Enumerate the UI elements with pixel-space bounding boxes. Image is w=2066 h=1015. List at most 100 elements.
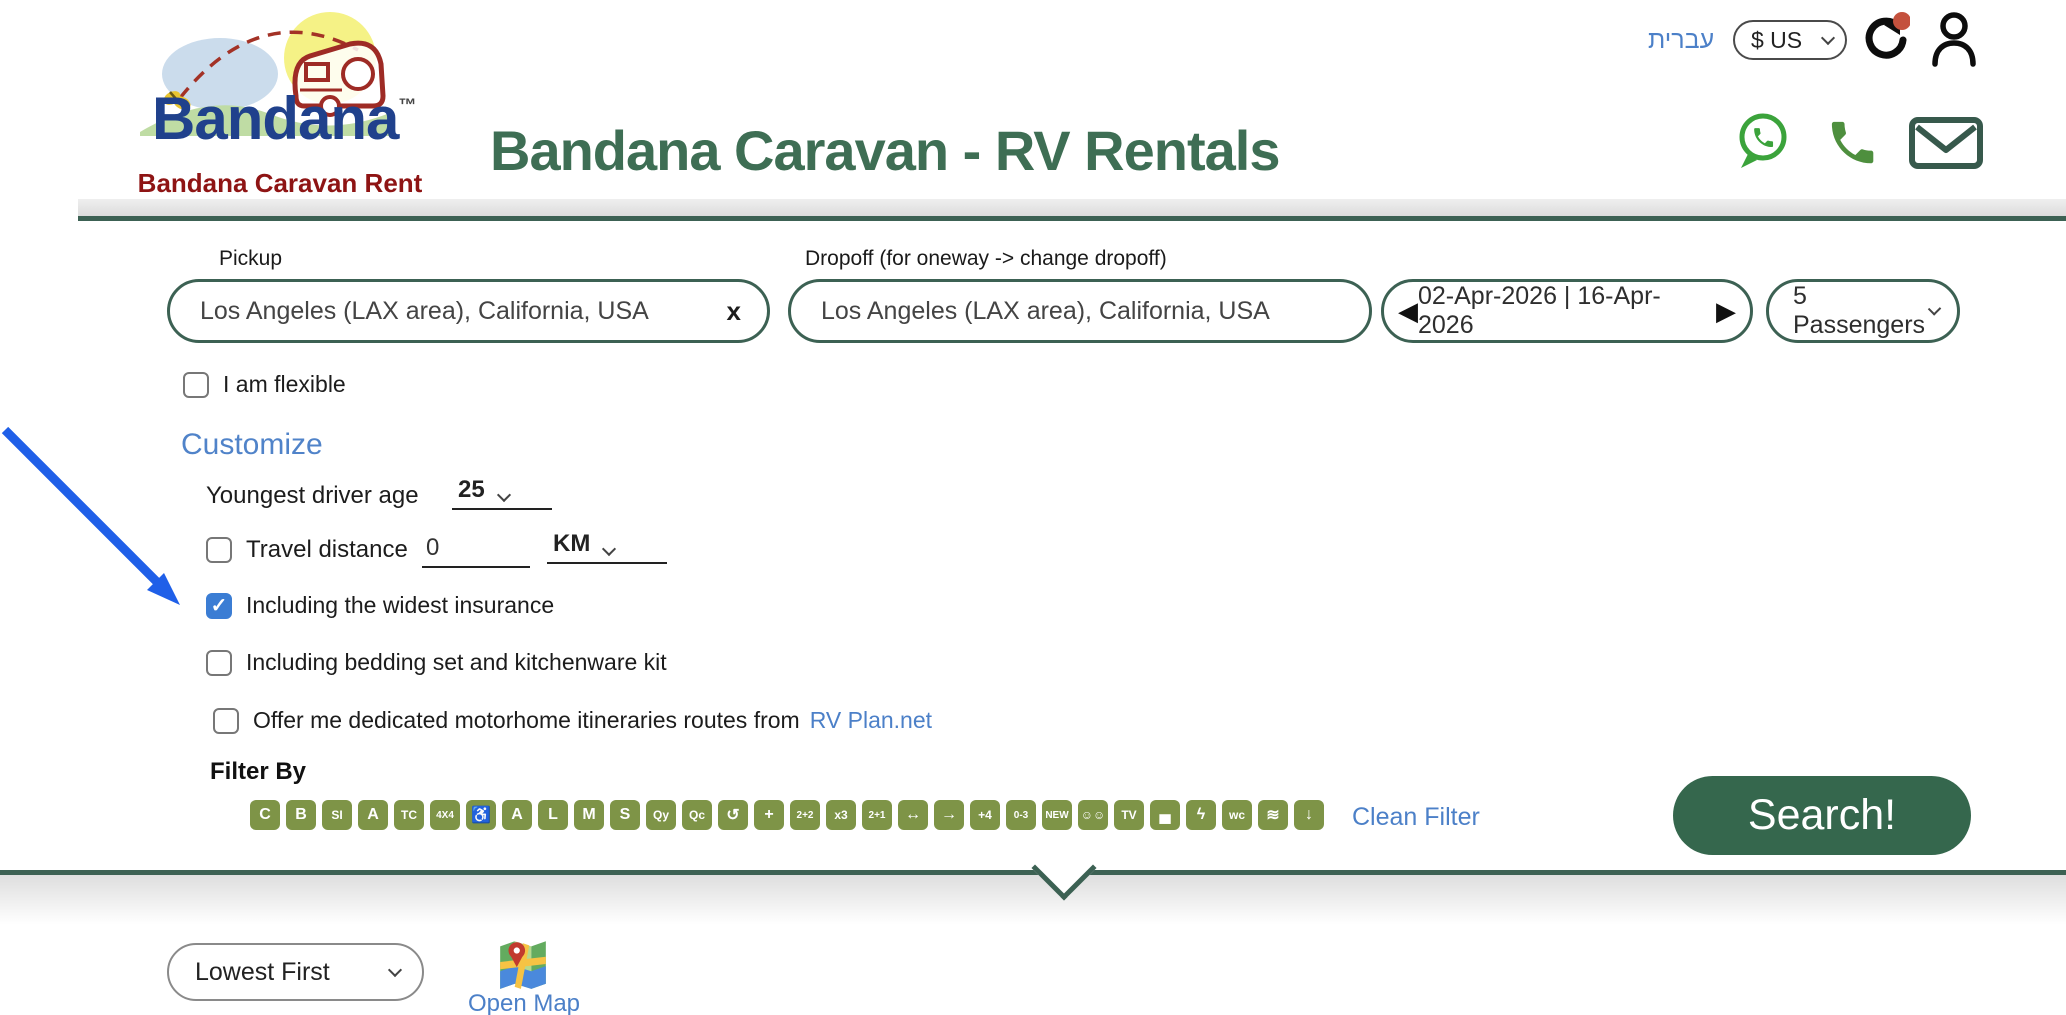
date-range-value: 02-Apr-2026 | 16-Apr-2026 (1418, 282, 1716, 340)
open-map-label[interactable]: Open Map (461, 990, 587, 1015)
filter-family-plus-icon[interactable]: 2+1 (862, 800, 892, 830)
filter-age-0-3-icon[interactable]: 0-3 (1006, 800, 1036, 830)
phone-button[interactable] (1822, 112, 1878, 173)
filter-automatic-icon[interactable]: A (502, 800, 532, 830)
filter-tv-icon[interactable]: TV (1114, 800, 1144, 830)
logo[interactable]: Bandana™ Bandana Caravan Rent (130, 6, 430, 196)
youngest-driver-label: Youngest driver age (206, 482, 419, 510)
filter-class-c-icon[interactable]: C (250, 800, 280, 830)
pickup-value: Los Angeles (LAX area), California, USA (200, 297, 649, 326)
itineraries-row: Offer me dedicated motorhome itineraries… (213, 707, 932, 734)
filter-rotate-icon[interactable]: ↺ (718, 800, 748, 830)
bedding-row: Including bedding set and kitchenware ki… (206, 649, 667, 676)
panel-bottom-band (0, 875, 2066, 925)
date-range-picker[interactable]: ◀ 02-Apr-2026 | 16-Apr-2026 ▶ (1381, 279, 1753, 343)
phone-icon (1822, 112, 1878, 168)
filter-wc-icon[interactable]: wc (1222, 800, 1252, 830)
filter-size-s-icon[interactable]: S (610, 800, 640, 830)
travel-distance-input[interactable] (422, 534, 530, 568)
filter-power-icon[interactable]: ϟ (1186, 800, 1216, 830)
filter-size-m-icon[interactable]: M (574, 800, 604, 830)
account-button[interactable] (1928, 10, 1980, 73)
filter-wheelchair-icon[interactable]: ♿ (466, 800, 496, 830)
itineraries-checkbox[interactable] (213, 708, 239, 734)
whatsapp-icon (1733, 110, 1793, 172)
filter-truck-camper-icon[interactable]: TC (394, 800, 424, 830)
person-icon (1928, 10, 1980, 68)
date-next-icon[interactable]: ▶ (1716, 298, 1736, 324)
header-divider (78, 199, 2066, 221)
youngest-driver-select[interactable]: 25 (452, 476, 552, 510)
filter-person-plus-icon[interactable]: + (754, 800, 784, 830)
filter-si-icon[interactable]: SI (322, 800, 352, 830)
travel-distance-checkbox[interactable] (206, 537, 232, 563)
filter-x3-icon[interactable]: x3 (826, 800, 856, 830)
insurance-label: Including the widest insurance (246, 592, 554, 619)
currency-select[interactable]: $ US (1733, 20, 1847, 60)
language-link[interactable]: עברית (1648, 26, 1714, 55)
search-button[interactable]: Search! (1673, 776, 1971, 855)
bedding-label: Including bedding set and kitchenware ki… (246, 649, 667, 676)
dropoff-label: Dropoff (for oneway -> change dropoff) (805, 247, 1167, 271)
page: Bandana™ Bandana Caravan Rent Bandana Ca… (0, 0, 2066, 1015)
filter-by-label: Filter By (210, 758, 306, 786)
filter-icons-row: CBSIATC4X4♿ALMSQyQc↺+2+2x32+1↔→+40-3NEW☺… (250, 800, 1324, 830)
whatsapp-button[interactable] (1733, 110, 1793, 177)
filter-plus4-icon[interactable]: +4 (970, 800, 1000, 830)
reset-button[interactable] (1858, 12, 1910, 69)
insurance-checkbox[interactable] (206, 593, 232, 619)
flexible-row: I am flexible (183, 371, 346, 398)
annotation-arrow-icon (0, 420, 200, 620)
youngest-driver-value: 25 (458, 476, 485, 504)
filter-qy-icon[interactable]: Qy (646, 800, 676, 830)
insurance-row: Including the widest insurance (206, 592, 554, 619)
flexible-label: I am flexible (223, 371, 346, 398)
panel-bottom-line (0, 870, 2066, 875)
logo-brand: Bandana™ (152, 84, 415, 153)
travel-distance-unit-select[interactable]: KM (547, 530, 667, 564)
date-prev-icon[interactable]: ◀ (1398, 298, 1418, 324)
envelope-icon (1908, 116, 1984, 172)
filter-rv-length-icon[interactable]: → (934, 800, 964, 830)
bedding-checkbox[interactable] (206, 650, 232, 676)
pickup-clear-button[interactable]: x (717, 296, 741, 327)
travel-distance-unit: KM (553, 530, 590, 558)
passengers-select[interactable]: 5 Passengers (1766, 279, 1960, 343)
filter-bed-icon[interactable]: ▄ (1150, 800, 1180, 830)
page-title: Bandana Caravan - RV Rentals (490, 118, 1262, 183)
filter-width-icon[interactable]: ↔ (898, 800, 928, 830)
sort-select[interactable]: Lowest First (167, 943, 424, 1001)
clean-filter-link[interactable]: Clean Filter (1352, 803, 1480, 832)
chevron-down-icon (1821, 31, 1835, 45)
filter-qc-icon[interactable]: Qc (682, 800, 712, 830)
dropoff-input[interactable]: Los Angeles (LAX area), California, USA (788, 279, 1372, 343)
travel-distance-label: Travel distance (246, 536, 408, 564)
sort-value: Lowest First (195, 958, 330, 987)
dropoff-value: Los Angeles (LAX area), California, USA (821, 297, 1270, 326)
passengers-value: 5 Passengers (1793, 282, 1930, 340)
map-icon (498, 936, 548, 991)
travel-distance-row: Travel distance (206, 536, 408, 564)
filter-rv-down-icon[interactable]: ↓ (1294, 800, 1324, 830)
filter-size-l-icon[interactable]: L (538, 800, 568, 830)
chevron-down-icon (602, 542, 616, 556)
open-map-button[interactable] (498, 936, 548, 996)
chevron-down-icon (388, 963, 402, 977)
flexible-checkbox[interactable] (183, 372, 209, 398)
filter-class-a-icon[interactable]: A (358, 800, 388, 830)
filter-shower-icon[interactable]: ≋ (1258, 800, 1288, 830)
filter-4x4-icon[interactable]: 4X4 (430, 800, 460, 830)
filter-class-b-icon[interactable]: B (286, 800, 316, 830)
itineraries-label: Offer me dedicated motorhome itineraries… (253, 707, 800, 734)
filter-2plus2-icon[interactable]: 2+2 (790, 800, 820, 830)
currency-value: $ US (1751, 27, 1802, 54)
pickup-input[interactable]: Los Angeles (LAX area), California, USA … (167, 279, 770, 343)
rv-plan-link[interactable]: RV Plan.net (810, 707, 932, 734)
customize-link[interactable]: Customize (181, 428, 323, 462)
chevron-down-icon (497, 488, 511, 502)
trademark: ™ (398, 95, 415, 115)
logo-subtitle: Bandana Caravan Rent (130, 168, 430, 199)
filter-people-icon[interactable]: ☺☺ (1078, 800, 1108, 830)
filter-new-icon[interactable]: NEW (1042, 800, 1072, 830)
email-button[interactable] (1908, 116, 1984, 177)
